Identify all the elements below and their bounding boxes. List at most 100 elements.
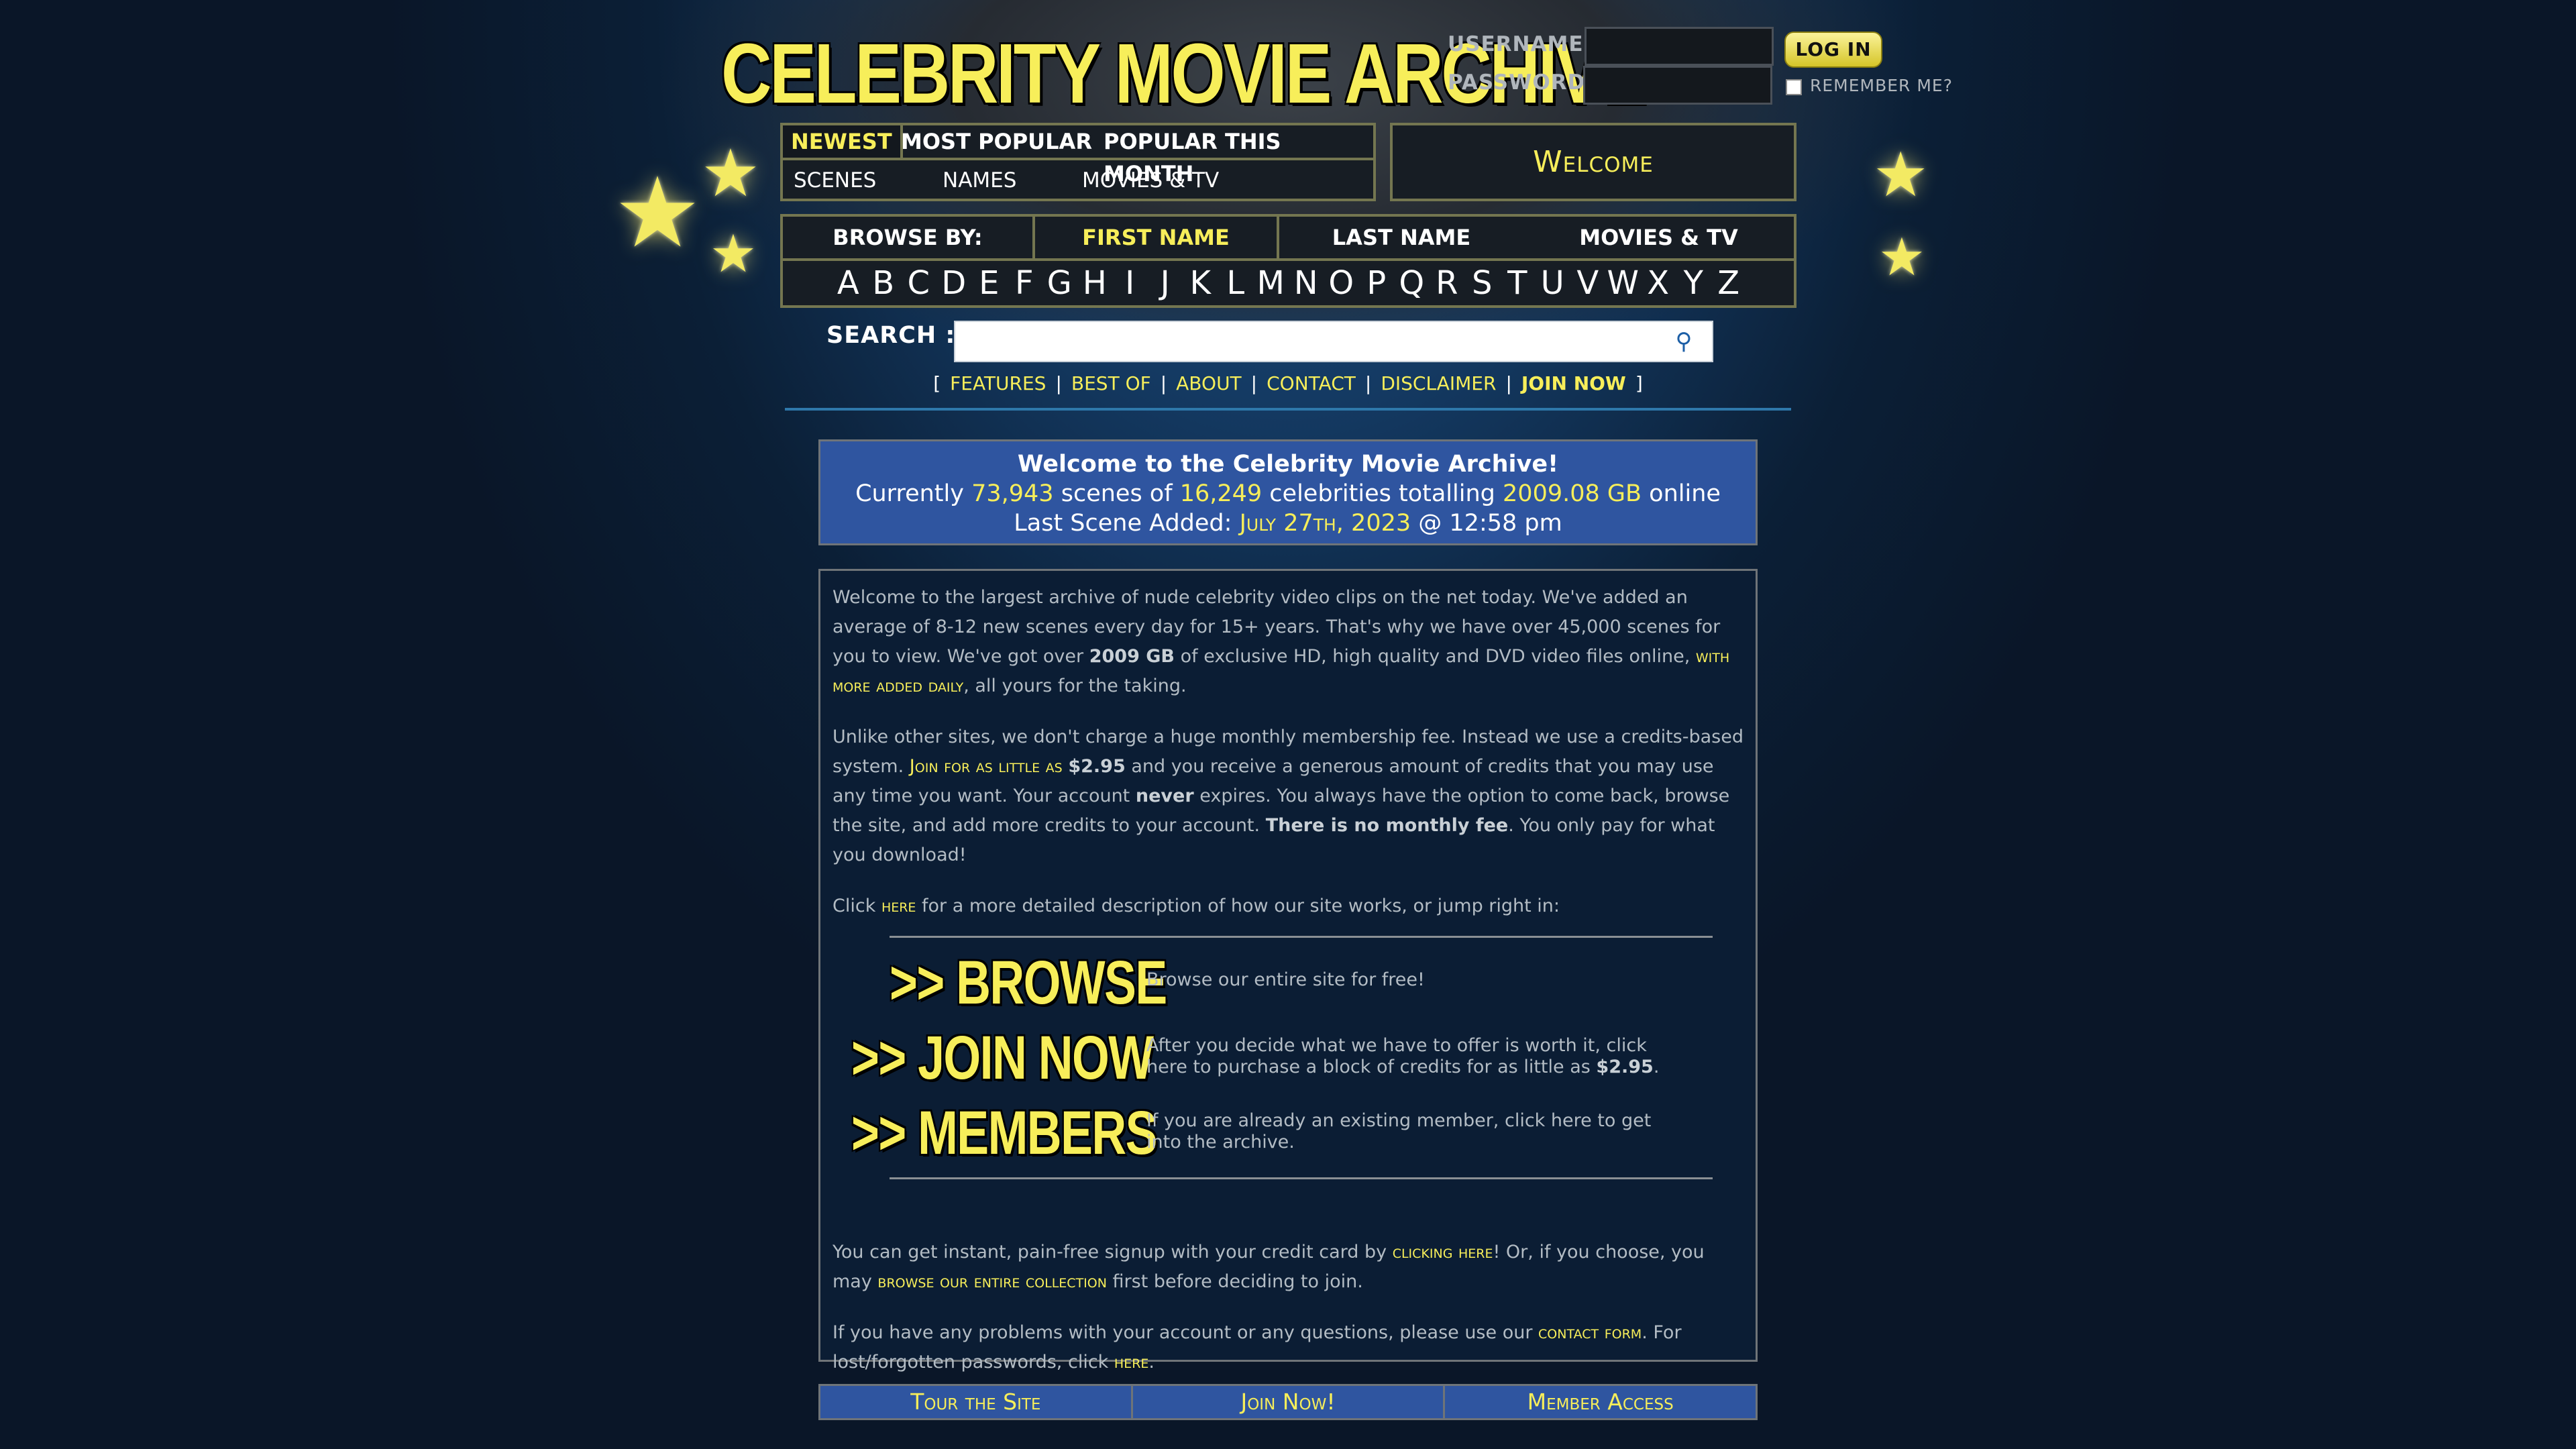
link-features[interactable]: FEATURES: [950, 372, 1046, 394]
tab-most-popular[interactable]: MOST POPULAR: [893, 125, 1100, 158]
letter-link-s[interactable]: S: [1464, 261, 1500, 305]
nav-names-link[interactable]: NAMES: [943, 163, 1016, 198]
join-now-button[interactable]: Join Now!: [1130, 1386, 1446, 1418]
remember-me-label: REMEMBER ME?: [1810, 76, 1953, 95]
letter-link-w[interactable]: W: [1605, 261, 1641, 305]
letter-link-m[interactable]: M: [1253, 261, 1289, 305]
separator: |: [1055, 372, 1062, 394]
letter-link-o[interactable]: O: [1324, 261, 1359, 305]
password-label: PASSWORD:: [1448, 70, 1595, 95]
site-logo[interactable]: CELEBRITY MOVIE ARCHIVE: [721, 20, 1647, 127]
text: .: [1148, 1352, 1155, 1373]
stats-text: celebrities totalling: [1269, 480, 1495, 507]
letter-link-b[interactable]: B: [866, 261, 902, 305]
letter-link-p[interactable]: P: [1359, 261, 1395, 305]
browse-tab-row: BROWSE BY: FIRST NAME LAST NAME MOVIES &…: [783, 217, 1794, 261]
contact-form-link[interactable]: contact form: [1538, 1322, 1642, 1343]
signup-paragraph: You can get instant, pain-free signup wi…: [833, 1238, 1743, 1297]
letter-link-t[interactable]: T: [1500, 261, 1536, 305]
letter-link-i[interactable]: I: [1112, 261, 1148, 305]
clicking-here-link[interactable]: clicking here: [1393, 1242, 1493, 1263]
stats-text: scenes of: [1061, 480, 1173, 507]
letter-link-h[interactable]: H: [1077, 261, 1113, 305]
browse-last-name-tab[interactable]: LAST NAME: [1279, 217, 1523, 258]
content-box: Welcome to the largest archive of nude c…: [818, 569, 1758, 1373]
link-join-now[interactable]: JOIN NOW: [1521, 372, 1626, 394]
letter-link-n[interactable]: N: [1289, 261, 1324, 305]
stats-heading: Welcome to the Celebrity Movie Archive!: [1017, 451, 1559, 478]
letter-link-x[interactable]: X: [1641, 261, 1676, 305]
bracket-open: [: [933, 372, 941, 394]
letter-link-r[interactable]: R: [1430, 261, 1465, 305]
search-input[interactable]: [954, 321, 1713, 362]
letter-link-a[interactable]: A: [830, 261, 866, 305]
browse-first-name-tab[interactable]: FIRST NAME: [1035, 217, 1279, 258]
stats-text: Currently: [855, 480, 964, 507]
tour-site-button[interactable]: Tour the Site: [820, 1386, 1131, 1418]
separator: |: [1505, 372, 1512, 394]
cta-block: >> BROWSE Browse our entire site for fre…: [833, 936, 1743, 1211]
join-price[interactable]: $2.95: [1068, 756, 1125, 777]
stats-box: Welcome to the Celebrity Movie Archive! …: [818, 439, 1758, 545]
stats-text: Last Scene Added:: [1014, 510, 1232, 537]
browse-movies-tv-tab[interactable]: MOVIES & TV: [1523, 217, 1794, 258]
header-divider: [785, 408, 1791, 411]
link-best-of[interactable]: BEST OF: [1071, 372, 1151, 394]
login-button[interactable]: LOG IN: [1784, 32, 1882, 68]
password-input[interactable]: [1583, 66, 1772, 105]
tab-newest[interactable]: NEWEST: [783, 125, 903, 158]
letter-link-c[interactable]: C: [901, 261, 936, 305]
tab-popular-this-month[interactable]: POPULAR THIS MONTH: [1095, 125, 1373, 186]
link-disclaimer[interactable]: DISCLAIMER: [1381, 372, 1496, 394]
text: After you decide what we have to offer i…: [1146, 1035, 1647, 1077]
cta-divider: [890, 1177, 1713, 1179]
letter-link-d[interactable]: D: [936, 261, 972, 305]
password-help-link[interactable]: here: [1114, 1352, 1149, 1373]
bracket-close: ]: [1635, 372, 1643, 394]
stats-last-added: Last Scene Added: July 27th, 2023 @ 12:5…: [820, 508, 1756, 538]
text: If you have any problems with your accou…: [833, 1322, 1533, 1343]
letter-link-z[interactable]: Z: [1711, 261, 1747, 305]
browse-cta-button[interactable]: >> BROWSE: [890, 949, 1167, 1016]
letter-link-u[interactable]: U: [1535, 261, 1570, 305]
nav-scenes-link[interactable]: SCENES: [794, 163, 876, 198]
text-bold: There is no monthly fee: [1265, 815, 1509, 836]
jump-in-paragraph: Click here for a more detailed descripti…: [833, 892, 1743, 921]
nav-movies-tv-link[interactable]: MOVIES & TV: [1082, 163, 1219, 198]
star-icon: ★: [1878, 227, 1925, 288]
remember-me-checkbox[interactable]: [1786, 79, 1802, 95]
nav-panel: NEWEST MOST POPULAR POPULAR THIS MONTH S…: [780, 123, 1376, 201]
text: for a more detailed description of how o…: [922, 896, 1560, 916]
star-icon: ★: [701, 136, 760, 212]
letter-link-v[interactable]: V: [1570, 261, 1606, 305]
info-links-row: [FEATURES | BEST OF | ABOUT | CONTACT | DISCLAIM…: [0, 372, 2576, 394]
separator: |: [1250, 372, 1258, 394]
text-bold: $2.95: [1596, 1057, 1654, 1077]
browse-collection-link[interactable]: browse our entire collection: [877, 1271, 1107, 1292]
letter-link-q[interactable]: Q: [1394, 261, 1430, 305]
letter-link-j[interactable]: J: [1148, 261, 1183, 305]
browse-panel: BROWSE BY: FIRST NAME LAST NAME MOVIES &…: [780, 214, 1796, 308]
username-input[interactable]: [1585, 27, 1774, 66]
search-icon[interactable]: ⚲: [1670, 328, 1697, 355]
members-cta-button[interactable]: >> MEMBERS: [851, 1099, 1158, 1167]
letter-link-g[interactable]: G: [1042, 261, 1077, 305]
last-scene-time: @ 12:58 pm: [1418, 510, 1562, 537]
letter-link-e[interactable]: E: [971, 261, 1007, 305]
letter-link-l[interactable]: L: [1218, 261, 1254, 305]
text: You can get instant, pain-free signup wi…: [833, 1242, 1387, 1263]
members-cta-description: If you are already an existing member, c…: [1146, 1110, 1652, 1152]
letter-link-f[interactable]: F: [1007, 261, 1042, 305]
join-now-cta-button[interactable]: >> JOIN NOW: [851, 1024, 1154, 1091]
letter-link-k[interactable]: K: [1183, 261, 1218, 305]
archive-size: 2009.08 GB: [1503, 480, 1642, 507]
star-icon: ★: [710, 224, 757, 284]
member-access-button[interactable]: Member Access: [1445, 1386, 1756, 1418]
bottom-nav-bar: Tour the Site Join Now! Member Access: [818, 1384, 1758, 1420]
join-price-link[interactable]: Join for as little as: [910, 756, 1063, 777]
link-about[interactable]: ABOUT: [1176, 372, 1242, 394]
star-icon: ★: [1873, 139, 1929, 211]
details-here-link[interactable]: here: [881, 896, 916, 916]
link-contact[interactable]: CONTACT: [1267, 372, 1356, 394]
letter-link-y[interactable]: Y: [1676, 261, 1711, 305]
